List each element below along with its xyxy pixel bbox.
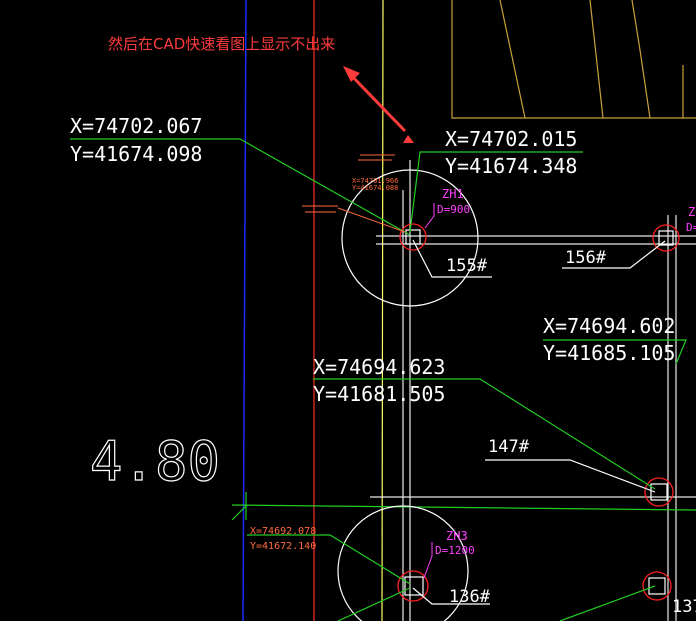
pile-tag-name-1: ZH1 [442,187,464,201]
coord-x-3: X=74694.602 [543,314,675,338]
coord-x-4: X=74694.623 [313,355,445,379]
overlap-label-marks [302,154,406,233]
coord-label-small-cluster: X=74701.966 Y=41674.088 [352,177,398,192]
pile-ring-5 [642,571,672,601]
pile-tag-dia-1: D=900 [437,203,470,216]
drawing-svg: X=74702.067 Y=41674.098 X=74702.015 Y=41… [70,0,696,621]
coord-x-2: X=74702.015 [445,127,577,151]
coord-label-1: X=74702.067 Y=41674.098 [70,114,202,166]
coordinate-leaders [70,138,687,621]
coord-label-4: X=74694.623 Y=41681.505 [313,355,445,406]
building-outline [451,0,696,119]
coord-y-6: Y=41674.088 [352,184,398,192]
pile-square-5 [648,577,666,595]
pile-tag-dia-2: D=1200 [435,544,475,557]
pile-label-156: 156# [565,248,607,268]
pile-ring-1 [399,223,427,251]
annotation-note: 然后在CAD快速看图上显示不出来 [108,35,335,53]
pile-tag-zh3: ZH3 D=1200 [423,529,475,579]
green-lines [231,492,696,521]
pile-square-2 [658,230,674,246]
pile-ring-3 [644,477,674,507]
cad-drawing-canvas: X=74702.067 Y=41674.098 X=74702.015 Y=41… [0,0,696,621]
coord-y-2: Y=41674.348 [445,154,577,178]
pile-tag-name-3: Z [688,205,695,219]
axis-line-blue [242,0,247,621]
coord-y-4: Y=41681.505 [313,382,445,406]
pile-label-137: 137 [672,597,696,617]
pile-tag-name-2: ZH3 [446,529,468,543]
pile-label-136: 136# [449,587,491,607]
pile-tag-dia-3: D= [686,221,696,234]
coord-y-5: Y=41672.140 [250,541,316,552]
coord-y-3: Y=41685.105 [543,341,675,365]
pile-tag-zh1: ZH1 D=900 [424,187,470,229]
pile-tag-edge: Z D= [686,205,696,234]
coord-label-5: X=74692.078 Y=41672.140 [250,526,316,552]
elevation-label: 4.80 [90,430,220,493]
pile-label-155: 155# [446,256,488,276]
pile-square-1 [405,229,421,245]
pile-square-4 [404,576,424,596]
coord-x-1: X=74702.067 [70,114,202,138]
axis-line-yellow [381,0,384,621]
pile-label-147: 147# [488,437,530,457]
annotation-arrow [343,66,414,143]
coord-x-5: X=74692.078 [250,526,316,537]
coord-y-1: Y=41674.098 [70,142,202,166]
